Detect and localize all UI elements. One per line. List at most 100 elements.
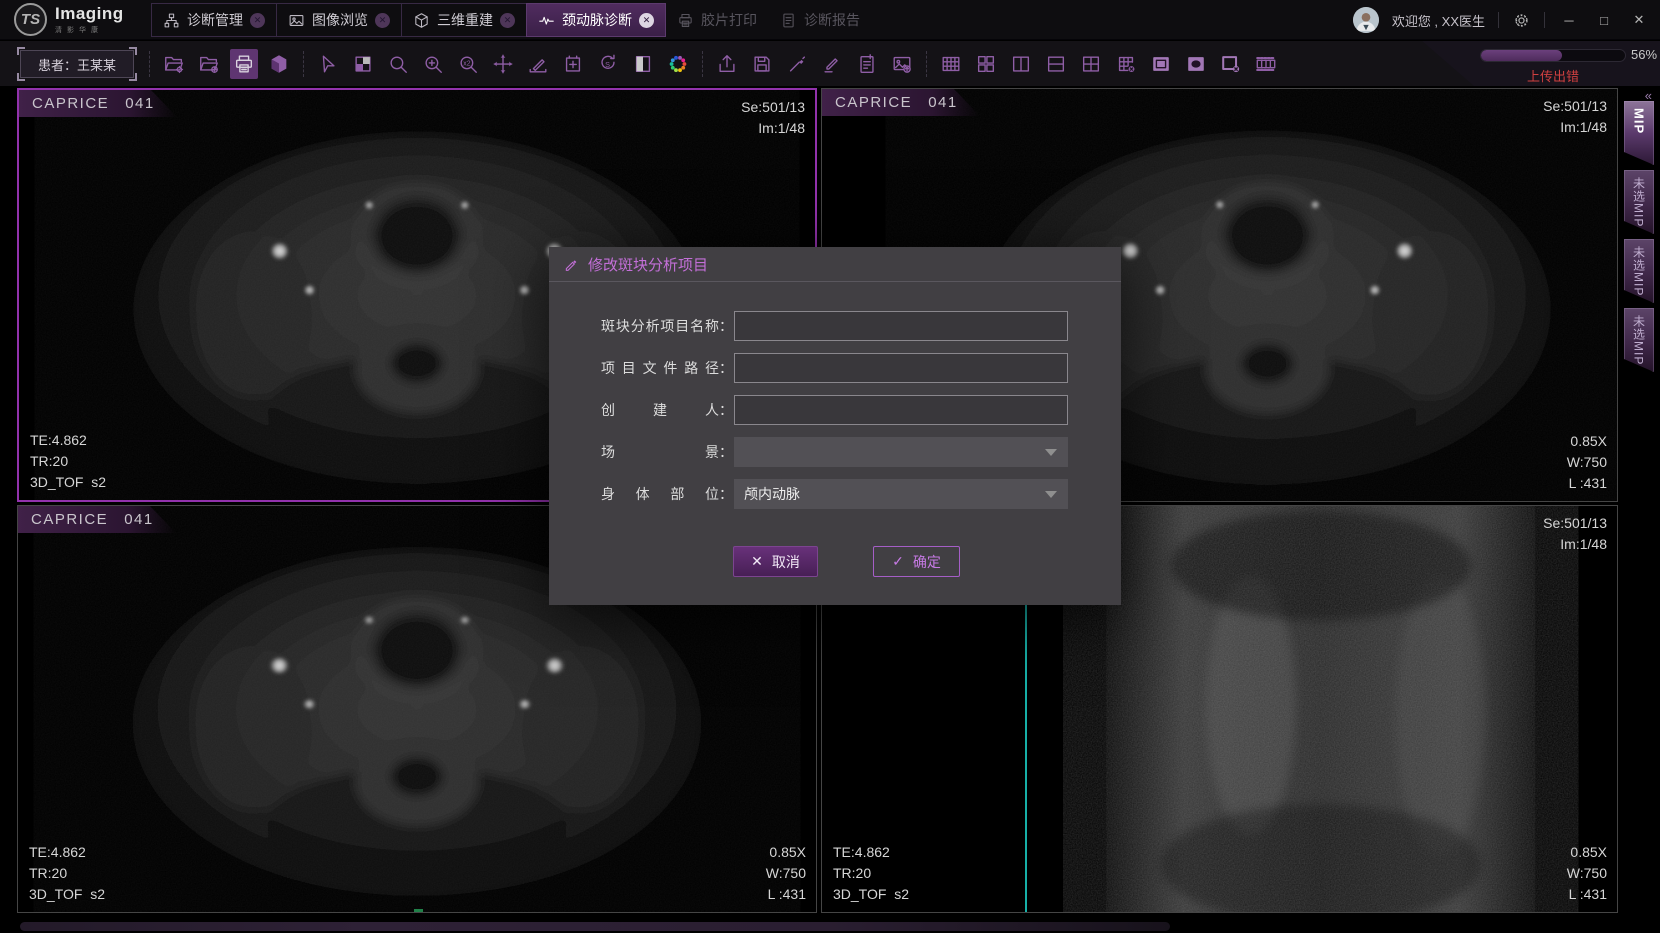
cancel-button[interactable]: ✕ 取消 xyxy=(733,546,818,577)
print-tool-button[interactable] xyxy=(230,49,258,79)
pen-icon xyxy=(786,53,808,75)
report-icon xyxy=(780,12,797,29)
rect-overlay-tool-button[interactable] xyxy=(1147,49,1175,79)
grid-dense-tool-button[interactable] xyxy=(937,49,965,79)
split-vertical-tool-button[interactable] xyxy=(1007,49,1035,79)
cursor-icon xyxy=(317,53,339,75)
cube-solid-icon xyxy=(268,53,290,75)
contrast-tool-button[interactable] xyxy=(629,49,657,79)
zoom-in-icon xyxy=(422,53,444,75)
tab-diagnosis-management[interactable]: 诊断管理✕ xyxy=(151,3,277,37)
tab-close-icon[interactable]: ✕ xyxy=(500,13,515,28)
collapse-rail-icon[interactable]: « xyxy=(1645,88,1652,103)
divider xyxy=(1544,12,1545,28)
grid-blocks-tool-button[interactable] xyxy=(972,49,1000,79)
minimize-button[interactable]: ─ xyxy=(1558,13,1580,28)
folder-add-tool-button[interactable] xyxy=(195,49,223,79)
tab-close-icon[interactable]: ✕ xyxy=(375,13,390,28)
report-add-tool-button[interactable] xyxy=(853,49,881,79)
form-row-file-path: 项目文件路径 ： xyxy=(601,353,1121,383)
window-level-overlay: 0.85XW:750 L :431 xyxy=(1567,431,1607,494)
side-tab-unselected-mip-1[interactable]: 未选MIP xyxy=(1624,170,1654,234)
upload-tool-button[interactable] xyxy=(713,49,741,79)
save-tool-button[interactable] xyxy=(748,49,776,79)
creator-input[interactable] xyxy=(734,395,1068,425)
title-bar: TS Imaging 清影华康 诊断管理✕图像浏览✕三维重建✕颈动脉诊断✕胶片打… xyxy=(0,0,1660,40)
toolbar-divider xyxy=(303,51,304,77)
rect-close-icon xyxy=(1220,53,1242,75)
file-path-input[interactable] xyxy=(734,353,1068,383)
image-upload-tool-button[interactable] xyxy=(888,49,916,79)
waveform-icon xyxy=(538,12,555,29)
tab-carotid-diagnosis[interactable]: 颈动脉诊断✕ xyxy=(526,3,666,37)
series-header: CAPRICE 041 xyxy=(19,90,177,117)
grid-2x2-tool-button[interactable] xyxy=(1077,49,1105,79)
app-tab-bar: 诊断管理✕图像浏览✕三维重建✕颈动脉诊断✕胶片打印诊断报告 xyxy=(152,0,872,40)
rotate-tool-button[interactable]: S xyxy=(594,49,622,79)
tab-3d-reconstruction[interactable]: 三维重建✕ xyxy=(401,3,527,37)
checkerboard-tool-button[interactable] xyxy=(349,49,377,79)
gear-icon[interactable] xyxy=(1512,11,1531,30)
upload-error-text[interactable]: 上传出错 xyxy=(1470,66,1636,85)
side-tab-unselected-mip-2[interactable]: 未选MIP xyxy=(1624,239,1654,303)
grid-close-tool-button[interactable] xyxy=(1112,49,1140,79)
zoom-x2-tool-button[interactable]: x2 xyxy=(454,49,482,79)
confirm-button[interactable]: ✓ 确定 xyxy=(873,546,960,577)
upload-progress-fill xyxy=(1481,50,1562,61)
measure-tool-button[interactable] xyxy=(524,49,552,79)
field-label: 身体部位 xyxy=(601,484,719,504)
color-wheel-tool-button[interactable] xyxy=(664,49,692,79)
side-tab-unselected-mip-3[interactable]: 未选MIP xyxy=(1624,308,1654,372)
page-add-icon xyxy=(562,53,584,75)
mip-tab-rail: « MIP 未选MIP 未选MIP 未选MIP xyxy=(1618,86,1660,933)
dialog-title-bar: 修改斑块分析项目 xyxy=(549,247,1121,282)
scene-select[interactable] xyxy=(734,437,1068,467)
project-name-input[interactable] xyxy=(734,311,1068,341)
folder-settings-tool-button[interactable] xyxy=(160,49,188,79)
tab-diagnosis-report: 诊断报告 xyxy=(768,3,872,37)
logo-name: Imaging xyxy=(55,5,124,23)
side-tab-label: MIP xyxy=(1632,108,1647,134)
upload-percent: 56% xyxy=(1631,47,1657,62)
search-tool-button[interactable] xyxy=(384,49,412,79)
check-icon: ✓ xyxy=(892,553,904,570)
ellipse-overlay-tool-button[interactable] xyxy=(1182,49,1210,79)
close-button[interactable]: ✕ xyxy=(1628,12,1650,28)
avatar[interactable] xyxy=(1353,7,1379,33)
corner-bracket xyxy=(17,47,25,55)
pen-tool-button[interactable] xyxy=(783,49,811,79)
welcome-text: 欢迎您 , XX医生 xyxy=(1392,11,1485,30)
cursor-tool-button[interactable] xyxy=(314,49,342,79)
horizontal-scrollbar[interactable] xyxy=(20,922,1170,931)
toolbar-divider xyxy=(702,51,703,77)
svg-text:x2: x2 xyxy=(463,60,470,67)
page-add-tool-button[interactable] xyxy=(559,49,587,79)
rotate-icon: S xyxy=(597,53,619,75)
body-part-select[interactable]: 颅内动脉 xyxy=(734,479,1068,509)
split-horizontal-tool-button[interactable] xyxy=(1042,49,1070,79)
acquisition-info-overlay: TE:4.862TR:20 3D_TOF s2 xyxy=(29,842,105,905)
grid-dense-icon xyxy=(940,53,962,75)
tab-image-browse[interactable]: 图像浏览✕ xyxy=(276,3,402,37)
rect-close-tool-button[interactable] xyxy=(1217,49,1245,79)
cube-solid-tool-button[interactable] xyxy=(265,49,293,79)
pan-tool-button[interactable] xyxy=(489,49,517,79)
tab-close-icon[interactable]: ✕ xyxy=(250,13,265,28)
toolbar: 患者：王某某 x2S 56% 上传出错 xyxy=(0,41,1660,86)
side-tab-label: 未选MIP xyxy=(1631,315,1648,365)
pen-line-tool-button[interactable] xyxy=(818,49,846,79)
print-icon xyxy=(233,53,255,75)
logo-monogram: TS xyxy=(14,3,47,36)
tool-icon-row: x2 S xyxy=(146,41,1280,86)
tab-close-icon[interactable]: ✕ xyxy=(639,13,654,28)
body-part-select-value: 颅内动脉 xyxy=(744,486,800,502)
side-tab-mip[interactable]: MIP xyxy=(1624,101,1654,165)
film-strip-tool-button[interactable] xyxy=(1252,49,1280,79)
maximize-button[interactable]: □ xyxy=(1593,13,1615,28)
form-row-body-part: 身体部位 ： 颅内动脉 xyxy=(601,479,1121,509)
pencil-icon xyxy=(563,256,579,272)
series-header: CAPRICE 041 xyxy=(822,89,980,116)
zoom-in-tool-button[interactable] xyxy=(419,49,447,79)
search-icon xyxy=(387,53,409,75)
series-number: 041 xyxy=(928,89,958,116)
